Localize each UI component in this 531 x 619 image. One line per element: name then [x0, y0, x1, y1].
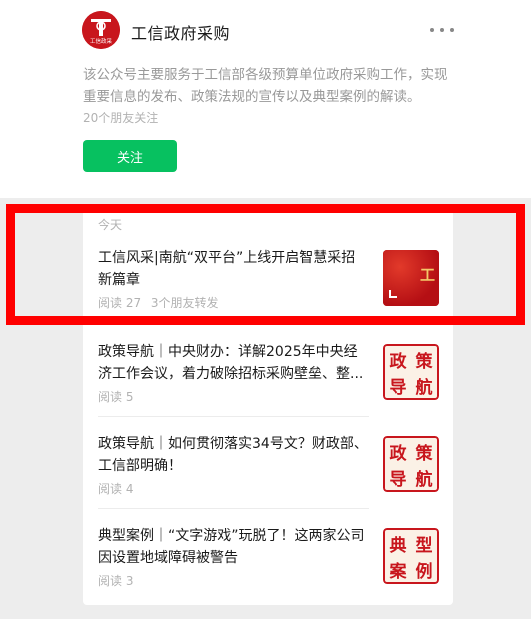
friends-following-count[interactable]: 20个朋友关注 [83, 109, 158, 126]
article-title[interactable]: 政策导航｜中央财办：详解2025年中央经济工作会议，着力破除招标采购壁垒、整..… [98, 341, 368, 385]
article-item[interactable]: 典型案例｜“文字游戏”玩脱了！这两家公司因设置地域障碍被警告 阅读 3 典 型 … [98, 525, 439, 595]
article-thumbnail[interactable]: 典 型 案 例 [383, 528, 439, 584]
more-dots-icon[interactable] [430, 20, 454, 40]
account-profile: 工信政采 工信政府采购 该公众号主要服务于工信部各级预算单位政府采购工作，实现重… [0, 0, 531, 198]
article-title[interactable]: 典型案例｜“文字游戏”玩脱了！这两家公司因设置地域障碍被警告 [98, 525, 368, 569]
account-description: 该公众号主要服务于工信部各级预算单位政府采购工作，实现重要信息的发布、政策法规的… [83, 67, 448, 105]
article-item[interactable]: 政策导航｜如何贯彻落实34号文？财政部、工信部明确！ 阅读 4 政 策 导 航 [98, 433, 439, 513]
thumb-char: 例 [415, 561, 433, 582]
article-title[interactable]: 政策导航｜如何贯彻落实34号文？财政部、工信部明确！ [98, 433, 368, 477]
thumb-char: 典 [389, 535, 407, 556]
thumb-char: 导 [389, 377, 407, 398]
thumb-char: 航 [415, 377, 433, 398]
highlight-box [6, 204, 525, 325]
article-meta: 阅读 4 [98, 480, 133, 497]
article-item[interactable]: 政策导航｜中央财办：详解2025年中央经济工作会议，着力破除招标采购壁垒、整..… [98, 341, 439, 421]
divider [98, 416, 369, 417]
account-name[interactable]: 工信政府采购 [131, 20, 230, 44]
gongxin-logo-icon: 工信政采 [82, 11, 120, 49]
thumb-char: 政 [389, 351, 407, 372]
thumb-char: 航 [415, 469, 433, 490]
thumb-char: 型 [415, 535, 433, 556]
thumb-char: 导 [389, 469, 407, 490]
logo-text: 工信政采 [90, 37, 113, 45]
article-meta: 阅读 3 [98, 572, 133, 589]
read-count: 阅读 5 [98, 390, 134, 404]
account-avatar[interactable]: 工信政采 [82, 11, 120, 49]
follow-button[interactable]: 关注 [83, 140, 177, 172]
article-thumbnail[interactable]: 政 策 导 航 [383, 344, 439, 400]
article-thumbnail[interactable]: 政 策 导 航 [383, 436, 439, 492]
divider [98, 508, 369, 509]
thumb-char: 策 [415, 443, 433, 464]
thumb-char: 政 [389, 443, 407, 464]
read-count: 阅读 4 [98, 482, 134, 496]
thumb-char: 策 [415, 351, 433, 372]
article-meta: 阅读 5 [98, 388, 133, 405]
thumb-char: 案 [389, 561, 407, 582]
read-count: 阅读 3 [98, 574, 134, 588]
